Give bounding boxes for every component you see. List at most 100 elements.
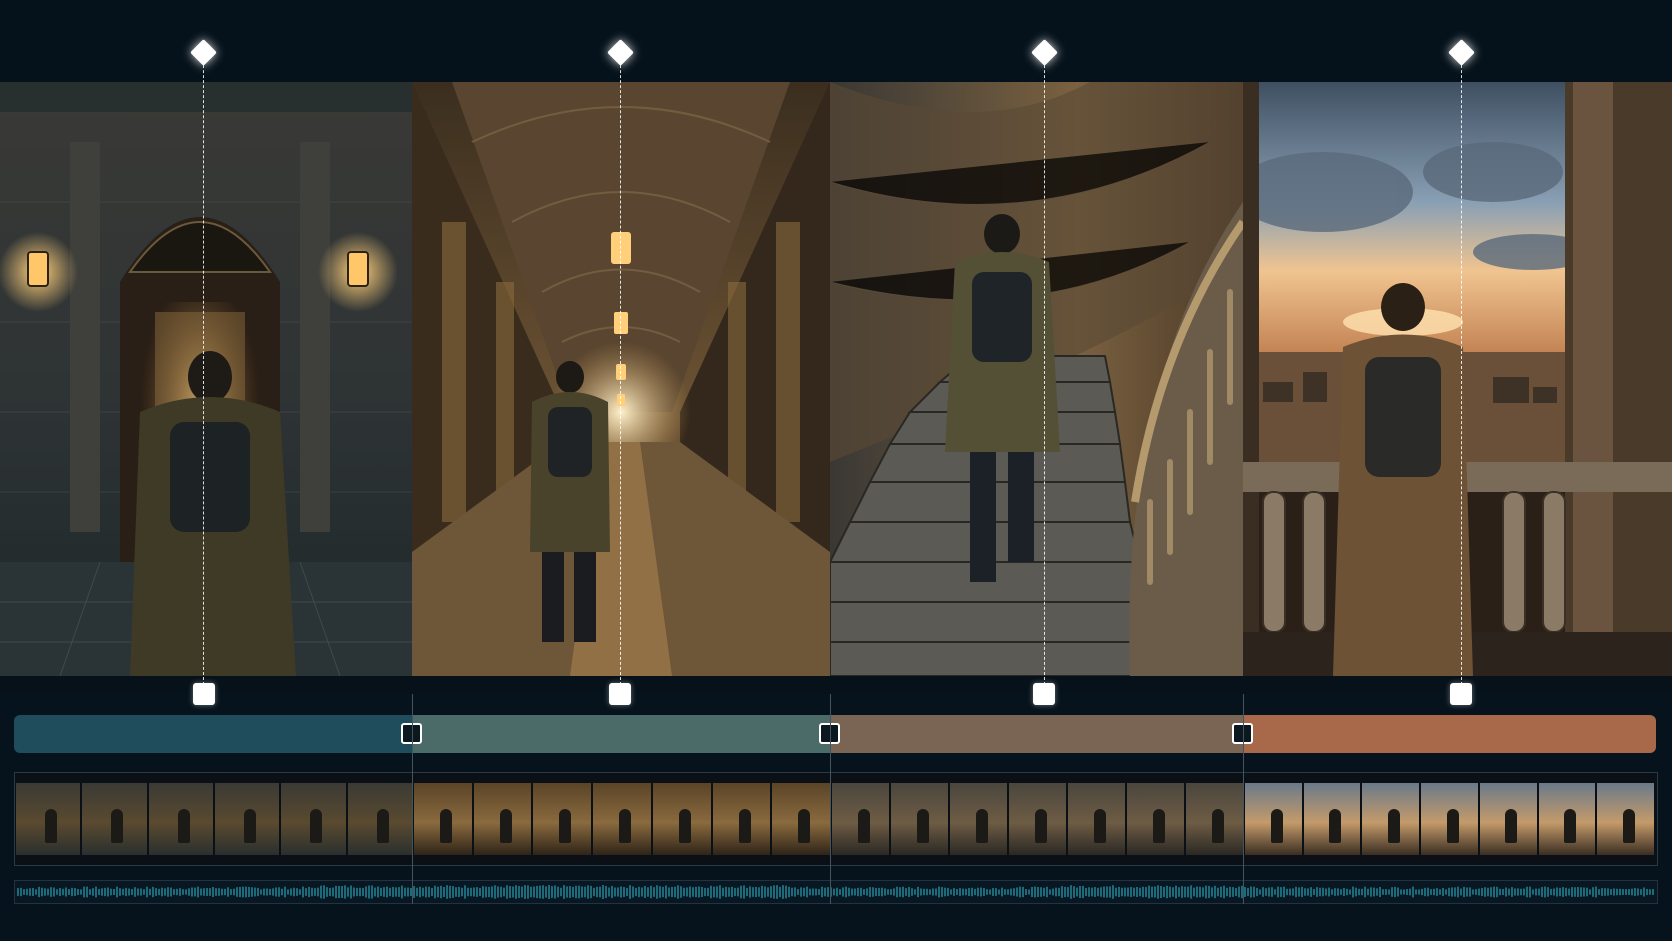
filmstrip-frame[interactable] xyxy=(593,783,651,855)
waveform-bar xyxy=(848,887,850,897)
filmstrip-frame[interactable] xyxy=(473,783,532,855)
waveform-bar xyxy=(1247,887,1249,897)
filmstrip-frame[interactable] xyxy=(82,783,147,855)
filmstrip-frame[interactable] xyxy=(950,783,1007,855)
scene-panel-palace-doorway[interactable] xyxy=(0,82,413,676)
waveform-bar xyxy=(599,886,601,898)
waveform-bar xyxy=(1571,887,1573,897)
filmstrip-frame[interactable] xyxy=(281,783,346,855)
waveform-bar xyxy=(557,886,559,898)
waveform-bar xyxy=(890,889,892,895)
waveform-bar xyxy=(803,887,805,897)
filmstrip-frame[interactable] xyxy=(1421,783,1478,855)
waveform-bar xyxy=(116,886,118,898)
segment-scene-4[interactable] xyxy=(1243,715,1656,753)
waveform-bar xyxy=(860,887,862,897)
filmstrip-frame[interactable] xyxy=(1245,783,1302,855)
waveform-bar xyxy=(992,888,994,896)
waveform-bar xyxy=(1394,886,1396,898)
waveform-bar xyxy=(1595,886,1597,898)
waveform-bar xyxy=(1301,886,1303,898)
waveform-bar xyxy=(167,887,169,897)
filmstrip-frame[interactable] xyxy=(1538,783,1596,855)
segment-scene-3[interactable] xyxy=(830,715,1243,753)
waveform-bar xyxy=(836,887,838,897)
waveform-bar xyxy=(1271,887,1273,897)
filmstrip-frame[interactable] xyxy=(347,783,412,855)
waveform-bar xyxy=(563,885,565,899)
waveform-bar xyxy=(1562,887,1564,897)
video-editor xyxy=(0,0,1672,941)
scene-4-image xyxy=(1243,82,1672,676)
filmstrip-frame[interactable] xyxy=(1303,783,1361,855)
scene-panel-spiral-staircase[interactable] xyxy=(830,82,1244,676)
waveform-bar xyxy=(542,885,544,899)
segment-boundary-handle-2[interactable] xyxy=(819,723,840,744)
waveform-bar xyxy=(350,885,352,899)
waveform-bar xyxy=(1523,888,1525,896)
filmstrip-frame[interactable] xyxy=(215,783,280,855)
waveform-bar xyxy=(467,887,469,897)
scene-handle-2[interactable] xyxy=(609,683,631,705)
segment-scene-1[interactable] xyxy=(14,715,412,753)
waveform-bar xyxy=(821,886,823,898)
filmstrip-frame[interactable] xyxy=(1009,783,1066,855)
filmstrip-frame[interactable] xyxy=(148,783,213,855)
filmstrip-frame[interactable] xyxy=(1597,783,1654,855)
waveform-bar xyxy=(533,886,535,898)
scene-handle-3[interactable] xyxy=(1033,683,1055,705)
waveform-bar xyxy=(662,886,664,898)
waveform-bar xyxy=(1601,888,1603,896)
waveform-bar xyxy=(1091,887,1093,897)
waveform-bar xyxy=(998,889,1000,895)
waveform-bar xyxy=(341,886,343,898)
filmstrip-frame[interactable] xyxy=(1186,783,1243,855)
filmstrip-frame[interactable] xyxy=(414,783,472,855)
waveform-bar xyxy=(1643,887,1645,897)
waveform-bar xyxy=(215,888,217,896)
filmstrip-figure xyxy=(1211,809,1224,843)
filmstrip-frame[interactable] xyxy=(1127,783,1184,855)
audio-waveform-track[interactable] xyxy=(14,880,1658,904)
scene-handle-4[interactable] xyxy=(1450,683,1472,705)
waveform-bar xyxy=(1514,888,1516,896)
waveform-bar xyxy=(275,887,277,897)
waveform-bar xyxy=(1580,887,1582,897)
filmstrip-frame[interactable] xyxy=(712,783,771,855)
filmstrip-frame[interactable] xyxy=(832,783,889,855)
waveform-bar xyxy=(1277,886,1279,898)
waveform-bar xyxy=(632,886,634,898)
waveform-bar xyxy=(587,885,589,899)
waveform-bar xyxy=(1592,887,1594,897)
waveform-bar xyxy=(956,889,958,895)
filmstrip-frame[interactable] xyxy=(1479,783,1537,855)
waveform-bar xyxy=(950,889,952,895)
segment-boundary-handle-3[interactable] xyxy=(1232,723,1253,744)
waveform-bar xyxy=(1199,886,1201,898)
waveform-bar xyxy=(920,888,922,896)
scene-panel-arched-corridor[interactable] xyxy=(412,82,831,676)
filmstrip-frame[interactable] xyxy=(533,783,592,855)
waveform-bar xyxy=(1589,889,1591,895)
waveform-bar xyxy=(1148,885,1150,899)
filmstrip-frame[interactable] xyxy=(16,783,81,855)
filmstrip-frame[interactable] xyxy=(652,783,711,855)
waveform-bar xyxy=(911,888,913,896)
video-filmstrip-track[interactable] xyxy=(14,772,1658,866)
waveform-bar xyxy=(953,888,955,896)
segment-scene-2[interactable] xyxy=(412,715,830,753)
waveform-bar xyxy=(914,889,916,895)
waveform-bar xyxy=(257,887,259,897)
waveform-bar xyxy=(1121,887,1123,897)
waveform-bar xyxy=(1331,889,1333,895)
filmstrip-frame[interactable] xyxy=(1068,783,1125,855)
scene-panel-balcony-city-view[interactable] xyxy=(1243,82,1672,676)
waveform-bar xyxy=(1538,888,1540,896)
filmstrip-frame[interactable] xyxy=(1362,783,1420,855)
filmstrip-frame[interactable] xyxy=(772,783,830,855)
waveform-bar xyxy=(1319,887,1321,897)
waveform-bar xyxy=(248,886,250,898)
filmstrip-frame[interactable] xyxy=(891,783,948,855)
segment-boundary-handle-1[interactable] xyxy=(401,723,422,744)
scene-handle-1[interactable] xyxy=(193,683,215,705)
